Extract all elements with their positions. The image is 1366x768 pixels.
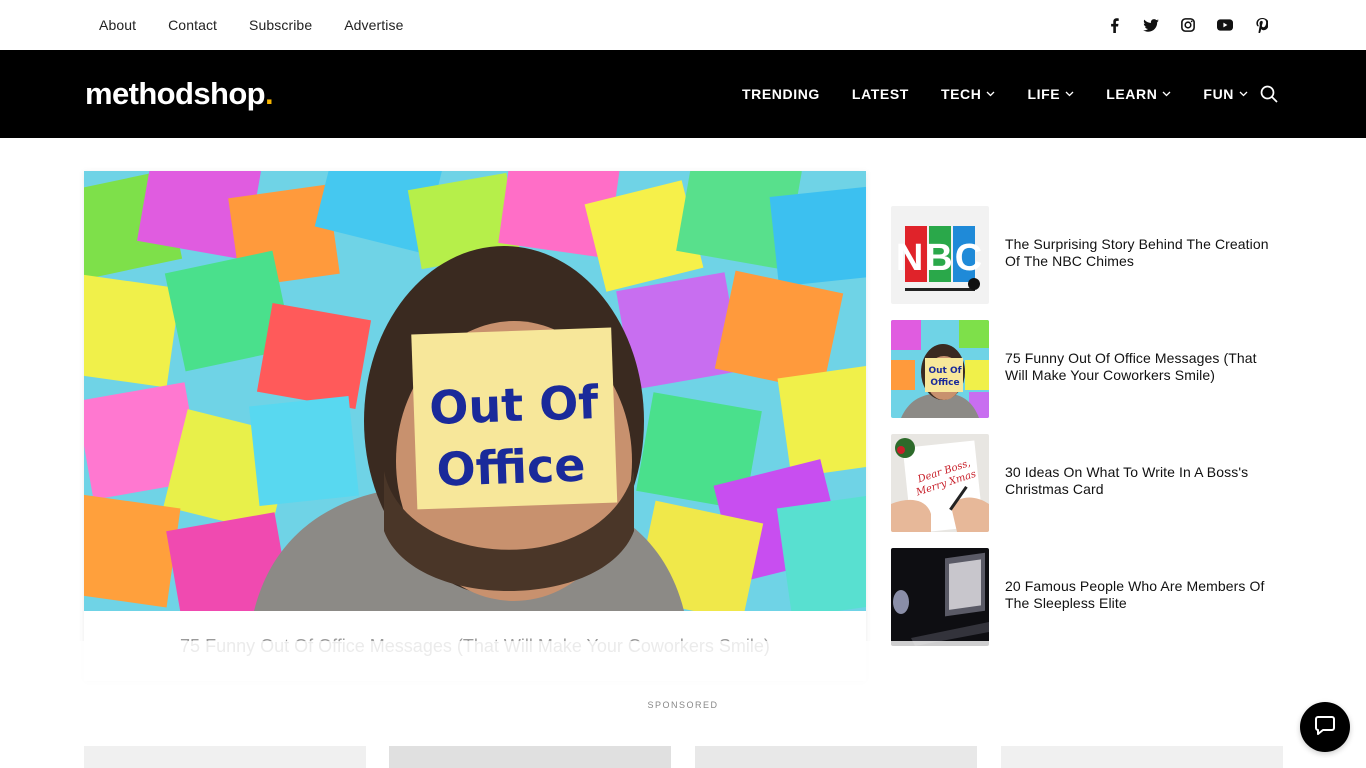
nav-label: TECH	[940, 86, 982, 102]
sponsored-card[interactable]	[389, 746, 671, 768]
nav-item-fun[interactable]: FUN	[1203, 86, 1248, 102]
logo-dot: .	[265, 76, 274, 111]
sponsored-card[interactable]	[84, 746, 366, 768]
main-header: methodshop. TRENDING LATEST TECH LIFE LE…	[0, 50, 1366, 138]
featured-note-line2: Office	[436, 438, 587, 497]
sidebar-article[interactable]: 20 Famous People Who Are Members Of The …	[891, 548, 1291, 646]
sidebar-article-title[interactable]: 30 Ideas On What To Write In A Boss's Ch…	[1005, 464, 1281, 498]
nav-label: FUN	[1203, 86, 1234, 102]
sidebar-article-title[interactable]: 75 Funny Out Of Office Messages (That Wi…	[1005, 350, 1281, 384]
contact-link[interactable]: Contact	[168, 17, 217, 33]
chevron-down-icon	[1065, 91, 1074, 97]
chevron-down-icon	[1239, 91, 1248, 97]
featured-article[interactable]: Out Of Office 75 Funny Out Of Office Mes…	[84, 171, 866, 681]
sidebar-article-title[interactable]: 20 Famous People Who Are Members Of The …	[1005, 578, 1281, 612]
nav-label: LIFE	[1027, 86, 1061, 102]
logo-text: methodshop	[85, 76, 266, 111]
sidebar-article[interactable]: Out Of Office 75 Funny Out Of Office Mes…	[891, 320, 1291, 418]
site-logo[interactable]: methodshop.	[85, 76, 274, 112]
nav-label: LEARN	[1106, 86, 1158, 102]
youtube-icon[interactable]	[1215, 15, 1235, 35]
utility-links: About Contact Subscribe Advertise	[99, 0, 435, 50]
article-thumbnail[interactable]	[891, 548, 989, 646]
nav-item-tech[interactable]: TECH	[941, 86, 996, 102]
top-utility-bar: About Contact Subscribe Advertise	[0, 0, 1366, 50]
sidebar-article[interactable]: Dear Boss, Merry Xmas 30 Ideas On What T…	[891, 434, 1291, 532]
office-thumb-line1: Out Of	[928, 366, 961, 376]
chevron-down-icon	[986, 91, 995, 97]
article-thumbnail[interactable]: Out Of Office	[891, 320, 989, 418]
article-thumbnail[interactable]: Dear Boss, Merry Xmas	[891, 434, 989, 532]
office-thumb-line2: Office	[930, 378, 959, 388]
sidebar-article-title[interactable]: The Surprising Story Behind The Creation…	[1005, 236, 1281, 270]
search-icon[interactable]	[1260, 85, 1278, 103]
twitter-icon[interactable]	[1141, 15, 1161, 35]
advertise-link[interactable]: Advertise	[344, 17, 403, 33]
nav-item-trending[interactable]: TRENDING	[742, 86, 820, 102]
nav-item-latest[interactable]: LATEST	[852, 86, 909, 102]
about-link[interactable]: About	[99, 17, 136, 33]
sidebar-article[interactable]: NBC The Surprising Story Behind The Crea…	[891, 206, 1291, 304]
instagram-icon[interactable]	[1178, 15, 1198, 35]
nav-label: TRENDING	[742, 86, 820, 102]
chat-button[interactable]	[1300, 702, 1350, 752]
chevron-down-icon	[1162, 91, 1171, 97]
sponsored-card[interactable]	[1001, 746, 1283, 768]
primary-nav: TRENDING LATEST TECH LIFE LEARN FUN	[742, 50, 1280, 138]
featured-image[interactable]: Out Of Office	[84, 171, 866, 611]
facebook-icon[interactable]	[1104, 15, 1124, 35]
nav-label: LATEST	[851, 86, 909, 102]
social-links	[1104, 14, 1289, 36]
subscribe-link[interactable]: Subscribe	[249, 17, 312, 33]
pinterest-icon[interactable]	[1252, 15, 1272, 35]
chat-bubble-icon	[1314, 714, 1336, 741]
nbc-thumb-text: NBC	[896, 237, 984, 279]
article-thumbnail[interactable]: NBC	[891, 206, 989, 304]
sponsored-label: SPONSORED	[647, 700, 719, 710]
featured-note-line1: Out Of	[428, 375, 600, 435]
nav-item-learn[interactable]: LEARN	[1106, 86, 1171, 102]
sponsored-card[interactable]	[695, 746, 977, 768]
nav-item-life[interactable]: LIFE	[1027, 86, 1074, 102]
